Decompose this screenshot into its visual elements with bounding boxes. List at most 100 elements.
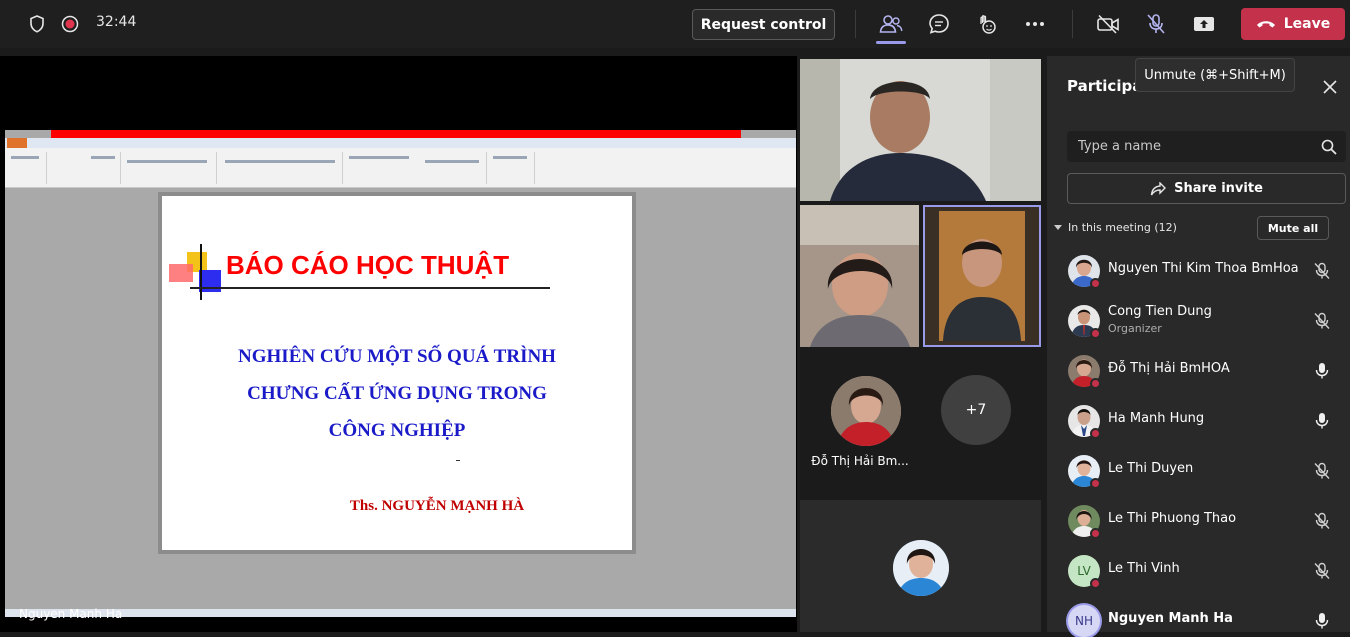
status-badge <box>1090 328 1101 339</box>
toolbar-divider <box>855 10 856 38</box>
ppt-tab-strip <box>5 138 796 148</box>
leave-label: Leave <box>1283 16 1331 32</box>
ppt-group-font <box>121 152 217 184</box>
share-screen-icon[interactable] <box>1191 12 1217 36</box>
participant-video <box>925 207 1039 345</box>
search-icon[interactable] <box>1321 139 1337 155</box>
ppt-group-paragraph <box>217 152 343 184</box>
participant-name: Le Thi Phuong Thao <box>1108 511 1237 526</box>
toolbar-divider <box>1072 10 1073 38</box>
leave-button[interactable]: Leave <box>1241 8 1345 40</box>
participant-avatar-initials: NH <box>1068 605 1100 637</box>
ppt-ribbon <box>5 138 796 188</box>
presenter-name-label: Nguyen Manh Ha <box>19 607 123 621</box>
status-badge <box>1090 428 1101 439</box>
participant-avatar <box>893 540 949 596</box>
slide-decoration-squares <box>169 244 221 300</box>
ppt-ribbon-control <box>493 156 527 159</box>
ppt-ribbon-control <box>349 156 409 159</box>
people-active-indicator <box>876 41 906 44</box>
video-tile-audio[interactable] <box>800 500 1041 632</box>
participant-search <box>1067 131 1346 162</box>
participant-name: Ha Manh Hung <box>1108 411 1205 426</box>
more-participants-button[interactable]: +7 <box>941 375 1011 445</box>
chevron-down-icon[interactable] <box>1054 225 1062 230</box>
mic-muted-icon[interactable] <box>1313 562 1331 580</box>
reactions-icon[interactable] <box>973 12 999 36</box>
participant-row[interactable]: LV Le Thi Vinh <box>1047 546 1350 596</box>
mute-all-button[interactable]: Mute all <box>1257 216 1329 240</box>
participant-name: Le Thi Vinh <box>1108 561 1180 576</box>
status-badge <box>1090 378 1101 389</box>
mic-icon[interactable] <box>1313 612 1331 630</box>
participant-row[interactable]: NH Nguyen Manh Ha <box>1047 596 1350 637</box>
slide-subtitle: NGHIÊN CỨU MỘT SỐ QUÁ TRÌNH CHƯNG CẤT ỨN… <box>162 338 632 449</box>
meeting-toolbar: 32:44 Request control Leave <box>0 0 1350 48</box>
slide-author: Ths. NGUYỄN MẠNH HÀ <box>349 498 525 514</box>
ppt-title-bar <box>51 130 741 138</box>
slide-title-underline <box>190 287 550 289</box>
participant-row[interactable]: Le Thi Duyen <box>1047 446 1350 496</box>
participant-video <box>800 205 919 347</box>
video-tile-large[interactable] <box>800 59 1041 201</box>
avatar-photo <box>831 376 901 446</box>
participant-row[interactable]: Nguyen Thi Kim Thoa BmHoa <box>1047 246 1350 296</box>
video-tile-small-active[interactable] <box>923 205 1041 347</box>
status-badge <box>1090 528 1101 539</box>
participant-row[interactable]: Le Thi Phuong Thao <box>1047 496 1350 546</box>
slide-small-mark <box>456 460 460 461</box>
ppt-ribbon-control <box>225 160 335 163</box>
participant-row[interactable]: Ha Manh Hung <box>1047 396 1350 446</box>
ppt-ribbon-control <box>11 156 39 159</box>
search-input[interactable] <box>1067 131 1307 162</box>
unmute-tooltip: Unmute (⌘+Shift+M) <box>1135 58 1295 92</box>
request-control-button[interactable]: Request control <box>692 9 835 40</box>
presentation-slide: BÁO CÁO HỌC THUẬT NGHIÊN CỨU MỘT SỐ QUÁ … <box>162 196 632 550</box>
share-icon <box>1150 181 1167 195</box>
status-badge <box>1090 278 1101 289</box>
ppt-ribbon-control <box>425 160 479 163</box>
shield-icon[interactable] <box>27 14 47 34</box>
participant-name: Nguyen Thi Kim Thoa BmHoa <box>1108 261 1299 276</box>
avatar-photo <box>893 540 949 596</box>
recording-icon[interactable] <box>60 14 80 34</box>
panel-title: Participa <box>1067 77 1143 95</box>
camera-off-icon[interactable] <box>1094 12 1122 36</box>
participant-name: Cong Tien Dung <box>1108 304 1212 319</box>
in-meeting-section-header[interactable]: In this meeting (12) <box>1068 221 1177 234</box>
participant-row[interactable]: Đỗ Thị Hải BmHOA <box>1047 346 1350 396</box>
close-icon[interactable] <box>1320 77 1340 97</box>
status-badge <box>1090 578 1101 589</box>
meeting-timer: 32:44 <box>96 14 137 30</box>
ppt-file-tab <box>7 138 27 148</box>
share-invite-button[interactable]: Share invite <box>1067 173 1346 204</box>
share-invite-label: Share invite <box>1174 181 1263 196</box>
shared-screen-stage: BÁO CÁO HỌC THUẬT NGHIÊN CỨU MỘT SỐ QUÁ … <box>0 56 797 632</box>
ppt-ribbon-control <box>91 156 115 159</box>
mic-muted-icon[interactable] <box>1313 312 1331 330</box>
mic-muted-icon[interactable] <box>1313 512 1331 530</box>
slide-subtitle-line: CHƯNG CẤT ỨNG DỤNG TRONG <box>247 383 547 404</box>
participant-name: Nguyen Manh Ha <box>1108 611 1233 626</box>
ppt-status-bar <box>5 609 796 617</box>
mic-muted-icon[interactable] <box>1313 462 1331 480</box>
more-options-icon[interactable] <box>1022 12 1048 36</box>
participant-avatar[interactable] <box>831 376 901 446</box>
ppt-ribbon-control <box>127 160 207 163</box>
participant-role: Organizer <box>1108 322 1162 335</box>
mic-muted-icon[interactable] <box>1143 12 1169 36</box>
slide-subtitle-line: NGHIÊN CỨU MỘT SỐ QUÁ TRÌNH <box>238 346 556 367</box>
mic-icon[interactable] <box>1313 362 1331 380</box>
participant-name: Le Thi Duyen <box>1108 461 1194 476</box>
participant-tile-label: Đỗ Thị Hải Bm... <box>811 454 909 468</box>
hangup-icon <box>1256 21 1275 28</box>
slide-subtitle-line: CÔNG NGHIỆP <box>328 420 466 441</box>
people-icon[interactable] <box>876 12 906 36</box>
chat-icon[interactable] <box>926 12 952 36</box>
participant-name: Đỗ Thị Hải BmHOA <box>1108 361 1230 376</box>
mic-icon[interactable] <box>1313 412 1331 430</box>
participant-row[interactable]: Cong Tien Dung Organizer <box>1047 296 1350 346</box>
status-badge <box>1090 478 1101 489</box>
mic-muted-icon[interactable] <box>1313 262 1331 280</box>
video-tile-small[interactable] <box>800 205 919 347</box>
